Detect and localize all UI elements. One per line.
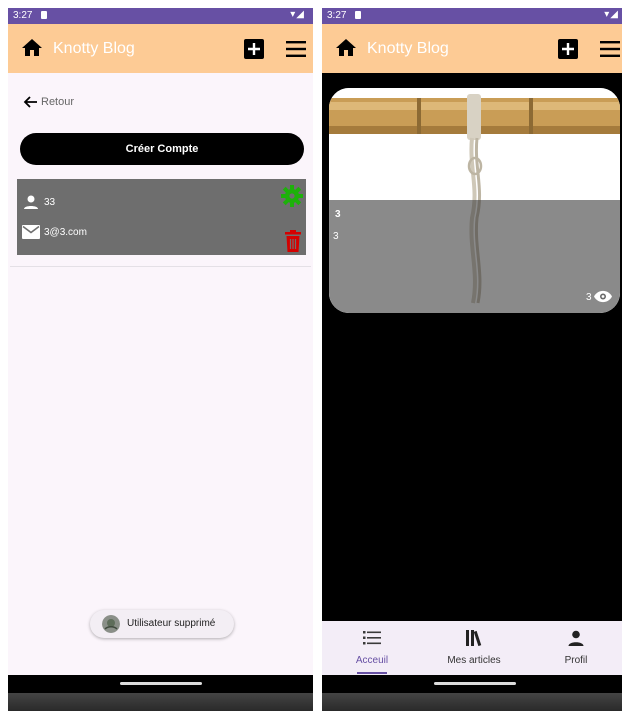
nav-item-my-articles[interactable]: Mes articles xyxy=(424,621,524,675)
user-card: 33 3@3.com xyxy=(17,179,306,255)
menu-icon[interactable] xyxy=(286,40,306,58)
gesture-bar xyxy=(8,675,313,693)
person-icon xyxy=(568,630,584,646)
arrow-back-icon xyxy=(23,96,37,108)
signal-battery-icon: ▾◢ xyxy=(604,9,619,20)
status-bar: 3:27 ▾◢ xyxy=(322,8,622,24)
library-icon xyxy=(466,630,482,646)
view-count: 3 xyxy=(586,292,592,303)
nav-label-home: Acceuil xyxy=(355,655,389,666)
sim-icon xyxy=(41,11,47,19)
articles-screen: 3:27 ▾◢ Knotty Blog 3 3 3 Acceuil Mes ar… xyxy=(322,8,622,711)
nav-label-profile: Profil xyxy=(564,655,588,666)
menu-icon[interactable] xyxy=(600,40,620,58)
back-label: Retour xyxy=(41,96,75,108)
gesture-handle[interactable] xyxy=(119,682,202,685)
status-bar: 3:27 ▾◢ xyxy=(8,8,313,24)
article-description: 3 xyxy=(333,231,339,242)
sim-icon xyxy=(355,11,361,19)
divider xyxy=(10,266,311,267)
bottom-strip xyxy=(8,693,313,711)
eye-icon xyxy=(594,290,612,303)
app-title: Knotty Blog xyxy=(367,40,449,57)
add-box-icon[interactable] xyxy=(244,39,264,59)
user-email: 3@3.com xyxy=(44,227,87,238)
nav-active-indicator xyxy=(357,672,387,674)
signal-battery-icon: ▾◢ xyxy=(290,9,305,20)
users-screen: 3:27 ▾◢ Knotty Blog Retour Créer Compte … xyxy=(8,8,313,711)
home-icon[interactable] xyxy=(334,36,358,60)
app-logo-icon xyxy=(102,615,120,633)
gear-icon[interactable] xyxy=(281,185,303,207)
bottom-nav: Acceuil Mes articles Profil xyxy=(322,621,622,675)
home-icon[interactable] xyxy=(20,36,44,60)
snackbar: Utilisateur supprimé xyxy=(90,610,234,638)
nav-item-home[interactable]: Acceuil xyxy=(322,621,422,675)
gesture-bar xyxy=(322,675,622,693)
create-account-button[interactable]: Créer Compte xyxy=(20,133,304,165)
mail-icon xyxy=(22,225,40,239)
article-title: 3 xyxy=(335,209,341,220)
user-name: 33 xyxy=(44,197,56,208)
snackbar-message: Utilisateur supprimé xyxy=(127,618,216,629)
nav-item-profile[interactable]: Profil xyxy=(526,621,622,675)
article-card[interactable]: 3 3 3 xyxy=(329,88,620,313)
app-title: Knotty Blog xyxy=(53,40,135,57)
status-time: 3:27 xyxy=(327,10,347,21)
gesture-handle[interactable] xyxy=(433,682,516,685)
app-bar: Knotty Blog xyxy=(322,24,622,73)
list-icon xyxy=(363,631,381,645)
article-overlay: 3 3 3 xyxy=(329,200,620,313)
status-time: 3:27 xyxy=(13,10,33,21)
nav-label-my-articles: Mes articles xyxy=(447,655,501,666)
app-bar: Knotty Blog xyxy=(8,24,313,73)
add-box-icon[interactable] xyxy=(558,39,578,59)
trash-icon[interactable] xyxy=(284,230,302,252)
bottom-strip xyxy=(322,693,622,711)
person-icon xyxy=(24,195,38,209)
